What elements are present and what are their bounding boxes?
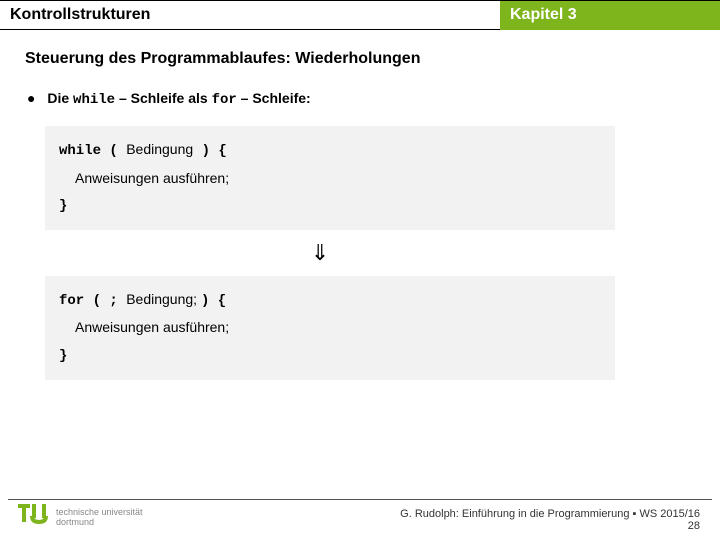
- keyword-for: for: [212, 92, 237, 108]
- code-line: Anweisungen ausführen;: [59, 165, 601, 192]
- bullet-dot: ●: [27, 90, 35, 106]
- code-brace: }: [59, 198, 67, 214]
- code-kw: while (: [59, 143, 126, 159]
- code-line: for ( ; Bedingung; ) {: [59, 286, 601, 315]
- code-cond: Bedingung: [126, 141, 193, 157]
- code-brace: ) {: [193, 143, 227, 159]
- code-body: Anweisungen ausführen;: [75, 319, 229, 335]
- code-line: }: [59, 191, 601, 220]
- header-chapter: Kapitel 3: [500, 1, 720, 30]
- bullet-item: ● Die while – Schleife als for – Schleif…: [25, 90, 695, 108]
- bullet-text-mid2: – Schleife:: [237, 90, 311, 106]
- code-line: }: [59, 341, 601, 370]
- code-box-while: while ( Bedingung ) { Anweisungen ausfüh…: [45, 126, 615, 230]
- slide-footer: technische universität dortmund G. Rudol…: [8, 499, 712, 532]
- keyword-while: while: [73, 92, 115, 108]
- header-topic: Kontrollstrukturen: [0, 1, 500, 30]
- slide-content: Steuerung des Programmablaufes: Wiederho…: [0, 30, 720, 380]
- slide-header: Kontrollstrukturen Kapitel 3: [0, 0, 720, 30]
- code-line: Anweisungen ausführen;: [59, 314, 601, 341]
- code-body: Anweisungen ausführen;: [75, 170, 229, 186]
- code-brace: }: [59, 348, 67, 364]
- credit-text: G. Rudolph: Einführung in die Programmie…: [400, 508, 700, 520]
- footer-credit: G. Rudolph: Einführung in die Programmie…: [400, 508, 700, 532]
- code-box-for: for ( ; Bedingung; ) { Anweisungen ausfü…: [45, 276, 615, 380]
- code-cond: Bedingung;: [126, 291, 201, 307]
- uni-line2: dortmund: [56, 518, 143, 528]
- code-brace: ) {: [201, 293, 226, 309]
- university-name: technische universität dortmund: [56, 508, 143, 528]
- bullet-text-mid1: – Schleife als: [115, 90, 212, 106]
- down-arrow-icon: ⇓: [25, 240, 695, 266]
- code-kw: for ( ;: [59, 293, 126, 309]
- bullet-text-pre: Die: [47, 90, 73, 106]
- university-logo: technische universität dortmund: [18, 504, 143, 532]
- code-line: while ( Bedingung ) {: [59, 136, 601, 165]
- tu-logo-icon: [18, 504, 50, 532]
- page-number: 28: [400, 520, 700, 532]
- subtitle: Steuerung des Programmablaufes: Wiederho…: [25, 50, 695, 68]
